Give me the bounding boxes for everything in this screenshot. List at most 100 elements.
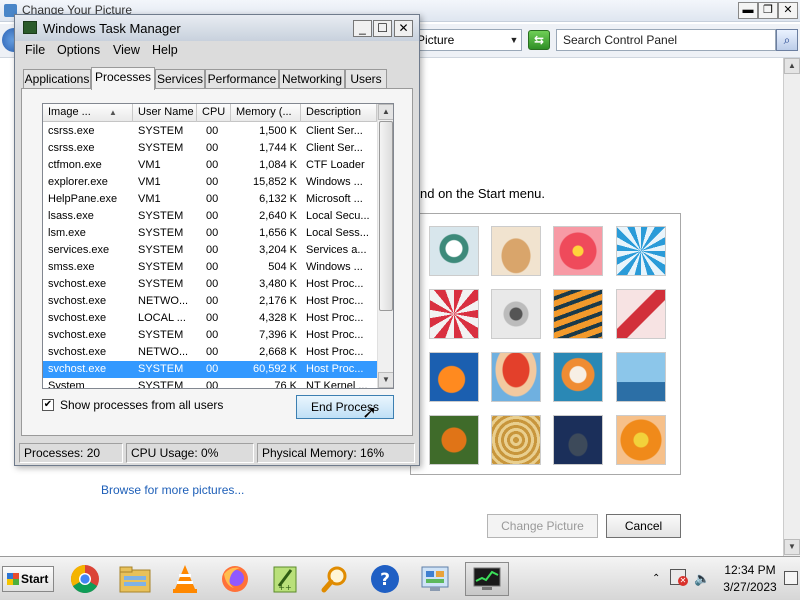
- menu-file[interactable]: File: [25, 43, 45, 57]
- minimize-button[interactable]: _: [353, 20, 372, 37]
- process-row[interactable]: explorer.exe VM1 00 15,852 K Windows ...: [43, 174, 377, 191]
- clock-time[interactable]: 12:34 PM: [722, 563, 778, 577]
- picture-tile[interactable]: [429, 289, 479, 339]
- cell-image-name: services.exe: [48, 244, 110, 256]
- cell-cpu: 00: [206, 125, 219, 137]
- process-row[interactable]: System SYSTEM 00 76 K NT Kernel ...: [43, 378, 377, 388]
- browse-pictures-link[interactable]: Browse for more pictures...: [101, 483, 244, 497]
- search-magnifier-icon[interactable]: [317, 562, 353, 596]
- start-button[interactable]: Start: [2, 566, 54, 592]
- picture-tile[interactable]: [616, 226, 666, 276]
- scroll-down-icon[interactable]: ▼: [784, 539, 800, 555]
- picture-tile[interactable]: [616, 289, 666, 339]
- notification-icon[interactable]: [784, 571, 798, 585]
- picture-tile[interactable]: [491, 226, 541, 276]
- task-manager-icon[interactable]: [465, 562, 509, 596]
- cp-close-button[interactable]: ✕: [778, 2, 798, 19]
- chrome-icon[interactable]: [67, 562, 103, 596]
- control-panel-scrollbar[interactable]: ▲ ▼: [783, 58, 800, 556]
- picture-tile[interactable]: [429, 352, 479, 402]
- process-row[interactable]: svchost.exe SYSTEM 00 3,480 K Host Proc...: [43, 276, 377, 293]
- file-explorer-icon[interactable]: [117, 562, 153, 596]
- cancel-button[interactable]: Cancel: [606, 514, 681, 538]
- process-row[interactable]: HelpPane.exe VM1 00 6,132 K Microsoft ...: [43, 191, 377, 208]
- menu-options[interactable]: Options: [57, 43, 100, 57]
- end-process-button[interactable]: End Process: [296, 395, 394, 419]
- process-row[interactable]: svchost.exe SYSTEM 00 7,396 K Host Proc...: [43, 327, 377, 344]
- scroll-up-icon[interactable]: ▲: [378, 104, 393, 120]
- cell-image-name: svchost.exe: [48, 312, 107, 324]
- scroll-up-icon[interactable]: ▲: [784, 58, 800, 74]
- change-picture-button[interactable]: Change Picture: [487, 514, 598, 538]
- column-memory[interactable]: Memory (...: [231, 104, 301, 122]
- tab-applications[interactable]: Applications: [23, 69, 91, 89]
- cell-image-name: HelpPane.exe: [48, 193, 118, 205]
- cell-cpu: 00: [206, 176, 219, 188]
- address-dropdown-icon[interactable]: ▼: [505, 29, 523, 51]
- cell-description: Windows ...: [306, 176, 363, 188]
- scrollbar-thumb[interactable]: [379, 121, 393, 311]
- process-list-scrollbar[interactable]: ▲ ▼: [377, 104, 393, 388]
- tab-processes[interactable]: Processes: [91, 67, 155, 90]
- process-row[interactable]: svchost.exe NETWO... 00 2,176 K Host Proc...: [43, 293, 377, 310]
- picture-tile[interactable]: [553, 289, 603, 339]
- firefox-icon[interactable]: [217, 562, 253, 596]
- volume-muted-icon[interactable]: 🔈: [694, 571, 710, 587]
- column-cpu[interactable]: CPU: [197, 104, 231, 122]
- network-error-icon: ✕: [678, 576, 688, 586]
- cp-minimize-button[interactable]: ▬: [738, 2, 758, 19]
- picture-tile[interactable]: [429, 226, 479, 276]
- picture-tile[interactable]: [616, 352, 666, 402]
- menu-help[interactable]: Help: [152, 43, 178, 57]
- tab-performance[interactable]: Performance: [205, 69, 279, 89]
- help-icon[interactable]: ?: [367, 562, 403, 596]
- task-manager-titlebar[interactable]: Windows Task Manager _ ☐ ✕: [15, 15, 419, 41]
- picture-tile[interactable]: [616, 415, 666, 465]
- process-row[interactable]: svchost.exe SYSTEM 00 60,592 K Host Proc...: [43, 361, 377, 378]
- process-list[interactable]: Image ... ▲ User Name CPU Memory (... Des…: [42, 103, 394, 389]
- notepadpp-icon[interactable]: ++: [267, 562, 303, 596]
- picture-tile[interactable]: [491, 352, 541, 402]
- cell-memory: 2,176 K: [259, 295, 297, 307]
- picture-tile[interactable]: [553, 226, 603, 276]
- column-user-name[interactable]: User Name: [133, 104, 197, 122]
- refresh-icon[interactable]: ⇆: [528, 30, 550, 50]
- picture-tile[interactable]: [553, 352, 603, 402]
- cell-image-name: smss.exe: [48, 261, 95, 273]
- process-row[interactable]: csrss.exe SYSTEM 00 1,744 K Client Ser...: [43, 140, 377, 157]
- column-image-name[interactable]: Image ... ▲: [43, 104, 133, 122]
- picture-tile[interactable]: [491, 415, 541, 465]
- process-row[interactable]: ctfmon.exe VM1 00 1,084 K CTF Loader: [43, 157, 377, 174]
- menu-view[interactable]: View: [113, 43, 140, 57]
- process-row[interactable]: lsass.exe SYSTEM 00 2,640 K Local Secu...: [43, 208, 377, 225]
- tab-networking[interactable]: Networking: [279, 69, 345, 89]
- cell-user-name: SYSTEM: [138, 125, 184, 137]
- picture-tile[interactable]: [553, 415, 603, 465]
- network-disconnected-icon[interactable]: ✕: [670, 569, 688, 586]
- cp-maximize-button[interactable]: ❐: [758, 2, 778, 19]
- show-hidden-icons-icon[interactable]: ⌃: [652, 573, 660, 584]
- column-description[interactable]: Description: [301, 104, 377, 122]
- tab-services[interactable]: Services: [155, 69, 205, 89]
- search-input[interactable]: Search Control Panel: [556, 29, 776, 51]
- scroll-down-icon[interactable]: ▼: [378, 372, 393, 388]
- process-row[interactable]: csrss.exe SYSTEM 00 1,500 K Client Ser...: [43, 123, 377, 140]
- control-panel-icon[interactable]: [417, 562, 453, 596]
- process-row[interactable]: svchost.exe NETWO... 00 2,668 K Host Proc...: [43, 344, 377, 361]
- processes-tab-page: Image ... ▲ User Name CPU Memory (... Des…: [21, 88, 413, 436]
- process-row[interactable]: svchost.exe LOCAL ... 00 4,328 K Host Proc..…: [43, 310, 377, 327]
- vlc-icon[interactable]: [167, 562, 203, 596]
- taskbar: Start ++ ? ⌃ ✕ 🔈: [0, 556, 800, 600]
- close-button[interactable]: ✕: [394, 20, 413, 37]
- process-row[interactable]: smss.exe SYSTEM 00 504 K Windows ...: [43, 259, 377, 276]
- clock-date[interactable]: 3/27/2023: [722, 580, 778, 594]
- picture-tile[interactable]: [491, 289, 541, 339]
- process-row[interactable]: lsm.exe SYSTEM 00 1,656 K Local Sess...: [43, 225, 377, 242]
- process-row[interactable]: services.exe SYSTEM 00 3,204 K Services a...: [43, 242, 377, 259]
- checkbox-check-icon[interactable]: ✔: [42, 399, 54, 411]
- picture-tile[interactable]: [429, 415, 479, 465]
- search-icon[interactable]: ⌕: [776, 29, 798, 51]
- cell-cpu: 00: [206, 329, 219, 341]
- tab-users[interactable]: Users: [345, 69, 387, 89]
- maximize-button[interactable]: ☐: [373, 20, 392, 37]
